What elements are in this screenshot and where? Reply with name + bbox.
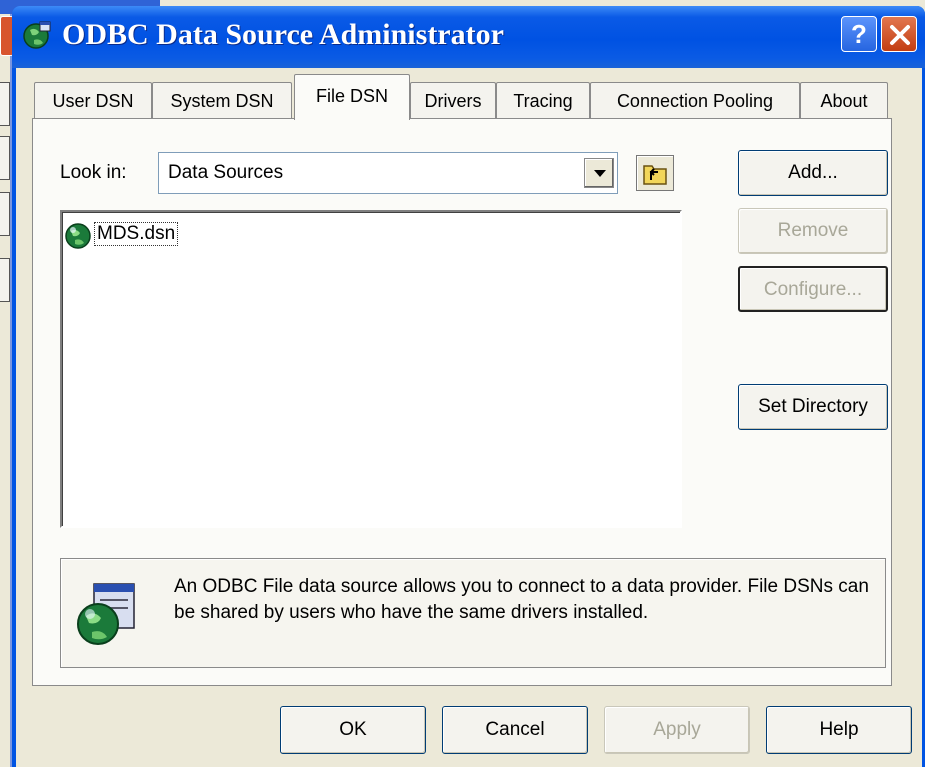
- background-button[interactable]: [0, 192, 10, 236]
- up-folder-icon[interactable]: [636, 155, 674, 191]
- dropdown-arrow-icon[interactable]: [584, 158, 614, 188]
- help-icon[interactable]: ?: [841, 16, 877, 52]
- tab-connection-pooling[interactable]: Connection Pooling: [590, 82, 800, 118]
- look-in-label: Look in:: [60, 162, 127, 183]
- odbc-globe-icon: [22, 20, 52, 50]
- file-name: MDS.dsn: [94, 222, 179, 246]
- tab-tracing[interactable]: Tracing: [496, 82, 590, 118]
- help-button[interactable]: Help: [766, 706, 912, 754]
- dsn-file-icon: [64, 222, 92, 250]
- background-button[interactable]: [0, 136, 10, 180]
- tab-drivers[interactable]: Drivers: [410, 82, 496, 118]
- file-dsn-list[interactable]: [60, 210, 682, 528]
- tab-file-dsn[interactable]: File DSN: [294, 74, 410, 120]
- tab-about[interactable]: About: [800, 82, 888, 118]
- close-icon[interactable]: [881, 16, 917, 52]
- background-button[interactable]: [0, 258, 10, 302]
- add-button[interactable]: Add...: [738, 150, 888, 196]
- ok-button[interactable]: OK: [280, 706, 426, 754]
- window-title: ODBC Data Source Administrator: [62, 18, 504, 51]
- cancel-button[interactable]: Cancel: [442, 706, 588, 754]
- background-button[interactable]: [0, 82, 10, 126]
- info-description: An ODBC File data source allows you to c…: [174, 576, 869, 623]
- odbc-info-icon: [74, 580, 142, 650]
- set-directory-button[interactable]: Set Directory: [738, 384, 888, 430]
- tab-user-dsn[interactable]: User DSN: [34, 82, 152, 118]
- remove-button[interactable]: Remove: [738, 208, 888, 254]
- apply-button[interactable]: Apply: [604, 706, 750, 754]
- tab-system-dsn[interactable]: System DSN: [152, 82, 292, 118]
- configure-button[interactable]: Configure...: [738, 266, 888, 312]
- look-in-value: Data Sources: [168, 162, 284, 183]
